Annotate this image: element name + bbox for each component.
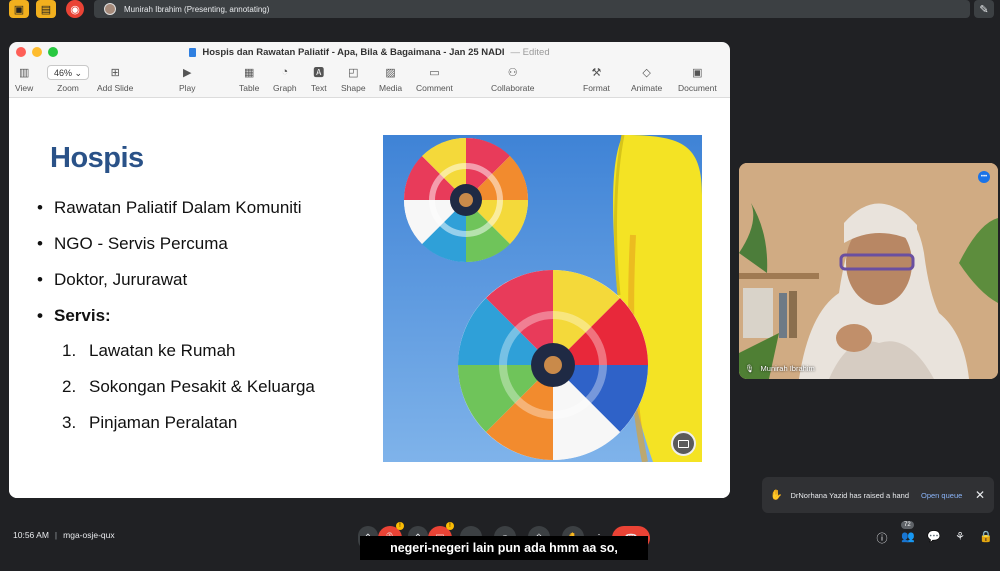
participant-video-tile[interactable]: ••• 🎙 Munirah Ibrahim: [739, 163, 998, 379]
numbered-item: 2. Sokongan Pesakit & Keluarga: [62, 377, 315, 396]
raised-hand-notification: ✋ DrNorhana Yazid has raised a hand Open…: [762, 477, 994, 513]
media-icon: ▨: [385, 66, 396, 79]
info-icon[interactable]: ⓘ: [874, 530, 890, 546]
format-button[interactable]: ⚒ Format: [583, 64, 610, 94]
add-slide-icon: ⊞: [110, 66, 120, 79]
host-controls-icon[interactable]: 🔒: [978, 530, 994, 546]
numbered-list[interactable]: 1. Lawatan ke Rumah 2. Sokongan Pesakit …: [62, 341, 315, 449]
close-icon[interactable]: ✕: [975, 488, 985, 502]
bullet-item: Doktor, Jururawat: [37, 270, 302, 306]
keynote-toolbar: ▥ View 46% ⌄ Zoom ⊞ Add Slide ▶ Play ▦ T…: [9, 62, 730, 98]
edited-status: Edited: [522, 46, 550, 58]
presenter-banner[interactable]: Munirah Ibrahim (Presenting, annotating): [94, 0, 970, 18]
record-icon[interactable]: ◉: [66, 0, 84, 18]
maximize-window-button[interactable]: [48, 47, 58, 57]
open-queue-link[interactable]: Open queue: [921, 491, 962, 500]
view-button[interactable]: ▥ View: [15, 64, 33, 94]
whiteboard-icon[interactable]: ▤: [36, 0, 56, 18]
presenter-avatar: [104, 3, 116, 15]
right-controls: ⓘ 👥 72 💬 ⚘ 🔒: [874, 521, 994, 546]
play-button[interactable]: ▶ Play: [179, 64, 196, 94]
image-options-icon[interactable]: [671, 431, 696, 456]
presenter-text: Munirah Ibrahim (Presenting, annotating): [124, 4, 270, 14]
present-now-icon[interactable]: ▣: [9, 0, 29, 18]
bullet-item: Servis:: [37, 306, 302, 342]
tile-name-label: 🎙 Munirah Ibrahim: [745, 364, 815, 373]
window-controls: [16, 47, 58, 57]
mic-on-icon: 🎙: [745, 364, 755, 373]
hot-air-balloons-image[interactable]: [383, 135, 702, 462]
activities-icon[interactable]: ⚘: [952, 530, 968, 546]
media-button[interactable]: ▨ Media: [379, 64, 402, 94]
notification-text: DrNorhana Yazid has raised a hand: [790, 490, 909, 500]
numbered-item: 1. Lawatan ke Rumah: [62, 341, 236, 360]
bullet-list[interactable]: Rawatan Paliatif Dalam Komuniti NGO - Se…: [37, 198, 302, 342]
meeting-info: 10:56 AM | mga-osje-qux: [13, 530, 115, 540]
table-icon: ▦: [243, 66, 255, 79]
zoom-select[interactable]: 46% ⌄: [47, 64, 90, 80]
chat-icon[interactable]: 💬: [926, 530, 942, 546]
zoom-button[interactable]: 46% ⌄ Zoom: [47, 64, 90, 93]
warning-badge: !: [446, 522, 454, 530]
keynote-doc-icon: [189, 47, 197, 57]
bullet-item: Rawatan Paliatif Dalam Komuniti: [37, 198, 302, 234]
participant-video: [739, 163, 998, 379]
slide-title[interactable]: Hospis: [50, 142, 144, 175]
hand-icon: ✋: [770, 489, 783, 501]
meeting-code: mga-osje-qux: [63, 530, 115, 540]
meet-window: ▣ ▤ ◉ Munirah Ibrahim (Presenting, annot…: [0, 0, 1000, 571]
tile-options-icon[interactable]: •••: [978, 171, 990, 183]
top-bar: ▣ ▤ ◉ Munirah Ibrahim (Presenting, annot…: [0, 0, 1000, 20]
add-slide-button[interactable]: ⊞ Add Slide: [97, 64, 133, 94]
bullet-item: NGO - Servis Percuma: [37, 234, 302, 270]
shape-button[interactable]: ◰ Shape: [341, 64, 366, 94]
keynote-titlebar: Hospis dan Rawatan Paliatif - Apa, Bila …: [9, 42, 730, 62]
animate-button[interactable]: ◇ Animate: [631, 64, 662, 94]
comment-icon: ▭: [429, 66, 440, 79]
bottom-bar: 10:56 AM|mga-osje-qux ⌃ 🎙! ⌃ ▣! ▭ ☺ ⇪ ✋ …: [0, 520, 1000, 571]
annotate-pen-icon[interactable]: ✎: [974, 0, 994, 18]
collaborate-button[interactable]: ⚇ Collaborate: [491, 64, 534, 94]
warning-badge: !: [396, 522, 404, 530]
minimize-window-button[interactable]: [32, 47, 42, 57]
graph-icon: ◔: [281, 66, 289, 78]
text-icon: 🅰: [313, 67, 325, 79]
slide-canvas[interactable]: Hospis Rawatan Paliatif Dalam Komuniti N…: [9, 98, 730, 498]
play-icon: ▶: [183, 66, 192, 79]
numbered-item: 3. Pinjaman Peralatan: [62, 413, 238, 432]
document-button[interactable]: ▣ Document: [678, 64, 717, 94]
graph-button[interactable]: ◔ Graph: [273, 64, 297, 93]
people-icon[interactable]: 👥 72: [900, 521, 916, 546]
shape-icon: ◰: [348, 66, 359, 79]
table-button[interactable]: ▦ Table: [239, 64, 259, 94]
animate-icon: ◇: [642, 66, 651, 79]
text-button[interactable]: 🅰 Text: [311, 64, 327, 93]
document-title: Hospis dan Rawatan Paliatif - Apa, Bila …: [202, 46, 505, 58]
live-caption: negeri-negeri lain pun ada hmm aa so,: [360, 536, 648, 560]
participant-count: 72: [901, 521, 914, 529]
collaborate-icon: ⚇: [507, 66, 518, 79]
close-window-button[interactable]: [16, 47, 26, 57]
clock-time: 10:56 AM: [13, 530, 49, 540]
keynote-window: Hospis dan Rawatan Paliatif - Apa, Bila …: [9, 42, 730, 498]
sidebar-icon: ▥: [18, 66, 30, 79]
format-brush-icon: ⚒: [591, 66, 602, 79]
document-icon: ▣: [692, 66, 703, 79]
comment-button[interactable]: ▭ Comment: [416, 64, 453, 94]
